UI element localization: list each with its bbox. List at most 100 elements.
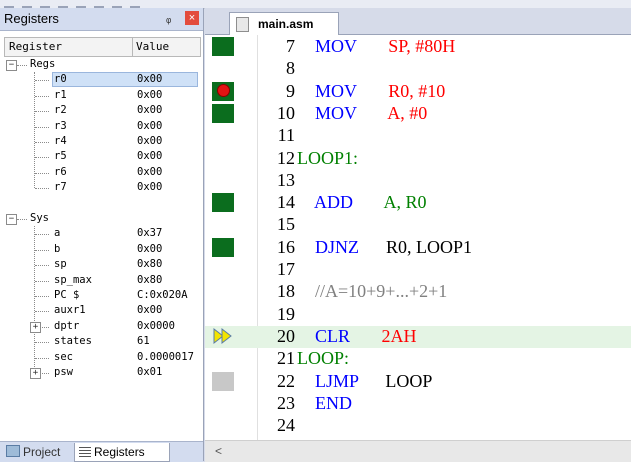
register-row[interactable]: r5 0x00 [4, 149, 199, 164]
register-value[interactable]: 0x00 [137, 181, 162, 193]
file-icon [236, 17, 249, 32]
register-value[interactable]: 0x00 [137, 243, 162, 255]
register-row[interactable]: sp_max 0x80 [4, 273, 199, 288]
register-value[interactable]: 0x37 [137, 227, 162, 239]
execution-marker [212, 237, 234, 257]
tree-group-regs[interactable]: − Regs [4, 57, 199, 72]
tab-registers[interactable]: Registers [74, 443, 170, 462]
register-value[interactable]: 0x80 [137, 258, 162, 270]
tree-group-label: Sys [30, 212, 49, 224]
breakpoint-icon[interactable] [217, 83, 230, 97]
code-line[interactable]: 14 ADD A, R0 [205, 191, 631, 213]
code-token: 2AH [381, 325, 417, 346]
code-token: A, R0 [383, 192, 427, 213]
tab-project[interactable]: Project [6, 443, 60, 461]
register-value[interactable]: 0x00 [137, 89, 162, 101]
register-row[interactable]: auxr1 0x00 [4, 303, 199, 318]
collapse-icon[interactable]: − [6, 60, 17, 71]
code-token: END [315, 392, 352, 413]
register-row[interactable]: states 61 [4, 334, 199, 349]
scroll-left-icon[interactable]: < [215, 444, 222, 458]
code-line[interactable]: 24 [205, 414, 631, 436]
execution-marker [212, 371, 234, 391]
code-line[interactable]: 13 [205, 169, 631, 191]
collapse-icon[interactable]: − [6, 214, 17, 225]
code-token: MOV [315, 36, 357, 56]
register-row[interactable]: r2 0x00 [4, 103, 199, 118]
code-editor[interactable]: 7 MOV SP, #80H 8 9 MOV R0, #10 10 MOV A, #0… [205, 35, 631, 440]
tab-registers-label: Registers [94, 445, 145, 459]
register-value[interactable]: 0.0000017 [137, 351, 194, 363]
code-line[interactable]: 21 LOOP: [205, 347, 631, 369]
code-line[interactable]: 16 DJNZ R0, LOOP1 [205, 236, 631, 258]
close-icon[interactable]: × [185, 11, 199, 25]
code-line[interactable]: 23 END [205, 392, 631, 414]
code-line[interactable]: 19 [205, 303, 631, 325]
execution-marker [212, 193, 234, 213]
register-value[interactable]: 0x01 [137, 366, 162, 378]
register-row[interactable]: + dptr 0x0000 [4, 319, 199, 334]
line-number: 7 [286, 36, 295, 56]
register-row[interactable]: r1 0x00 [4, 88, 199, 103]
code-line[interactable]: 12 LOOP1: [205, 147, 631, 169]
code-line[interactable]: 22 LJMP LOOP [205, 370, 631, 392]
register-row[interactable]: sp 0x80 [4, 257, 199, 272]
code-line[interactable]: 17 [205, 258, 631, 280]
register-value[interactable]: 0x80 [137, 274, 162, 286]
register-value[interactable]: 0x00 [137, 73, 162, 85]
register-value[interactable]: 0x0000 [137, 320, 175, 332]
expand-icon[interactable]: + [30, 368, 41, 379]
code-line[interactable]: 11 [205, 124, 631, 146]
register-row[interactable]: b 0x00 [4, 242, 199, 257]
code-token: MOV [315, 102, 357, 123]
tree-group-sys[interactable]: − Sys [4, 211, 199, 226]
code-line[interactable]: 9 MOV R0, #10 [205, 80, 631, 102]
register-value[interactable]: 0x00 [137, 135, 162, 147]
line-number: 10 [277, 102, 295, 123]
code-line[interactable]: 15 [205, 213, 631, 235]
register-value[interactable]: 0x00 [137, 120, 162, 132]
register-row[interactable]: r0 0x00 [4, 72, 199, 88]
expand-icon[interactable]: + [30, 321, 41, 333]
register-value[interactable]: 0x00 [137, 304, 162, 316]
code-text: MOV A, #0 [297, 102, 427, 124]
line-number: 15 [277, 214, 295, 235]
code-token: CLR [315, 325, 351, 346]
column-value[interactable]: Value [136, 40, 169, 53]
horizontal-scrollbar[interactable]: < [205, 440, 631, 462]
register-value[interactable]: 61 [137, 335, 150, 347]
execution-marker [212, 103, 234, 123]
register-value[interactable]: 0x00 [137, 104, 162, 116]
line-number: 19 [277, 303, 295, 324]
register-value[interactable]: C:0x020A [137, 289, 188, 301]
register-row[interactable]: r4 0x00 [4, 134, 199, 149]
pin-icon[interactable]: ᵩ [166, 11, 171, 25]
register-row[interactable]: r7 0x00 [4, 180, 199, 195]
project-icon [6, 445, 20, 457]
register-row[interactable]: PC $ C:0x020A [4, 288, 199, 303]
code-line[interactable]: 20 CLR 2AH [205, 325, 631, 347]
register-row[interactable]: r3 0x00 [4, 119, 199, 134]
code-text: LJMP LOOP [297, 370, 432, 392]
register-value[interactable]: 0x00 [137, 166, 162, 178]
register-row[interactable]: sec 0.0000017 [4, 350, 199, 365]
register-name: b [54, 242, 61, 255]
register-value[interactable]: 0x00 [137, 150, 162, 162]
line-number: 17 [277, 259, 295, 279]
code-token: A, #0 [387, 102, 428, 123]
register-row[interactable]: + psw 0x01 [4, 365, 199, 380]
column-register[interactable]: Register [9, 40, 62, 53]
code-text: MOV SP, #80H [297, 35, 455, 57]
code-line[interactable]: 8 [205, 57, 631, 79]
tab-main-asm[interactable]: main.asm [229, 12, 339, 35]
register-row[interactable]: r6 0x00 [4, 165, 199, 180]
code-line[interactable]: 10 MOV A, #0 [205, 102, 631, 124]
code-line[interactable]: 18 //A=10+9+...+2+1 [205, 280, 631, 302]
register-row[interactable]: a 0x37 [4, 226, 199, 241]
register-name: auxr1 [54, 304, 86, 317]
code-line[interactable]: 7 MOV SP, #80H [205, 35, 631, 57]
